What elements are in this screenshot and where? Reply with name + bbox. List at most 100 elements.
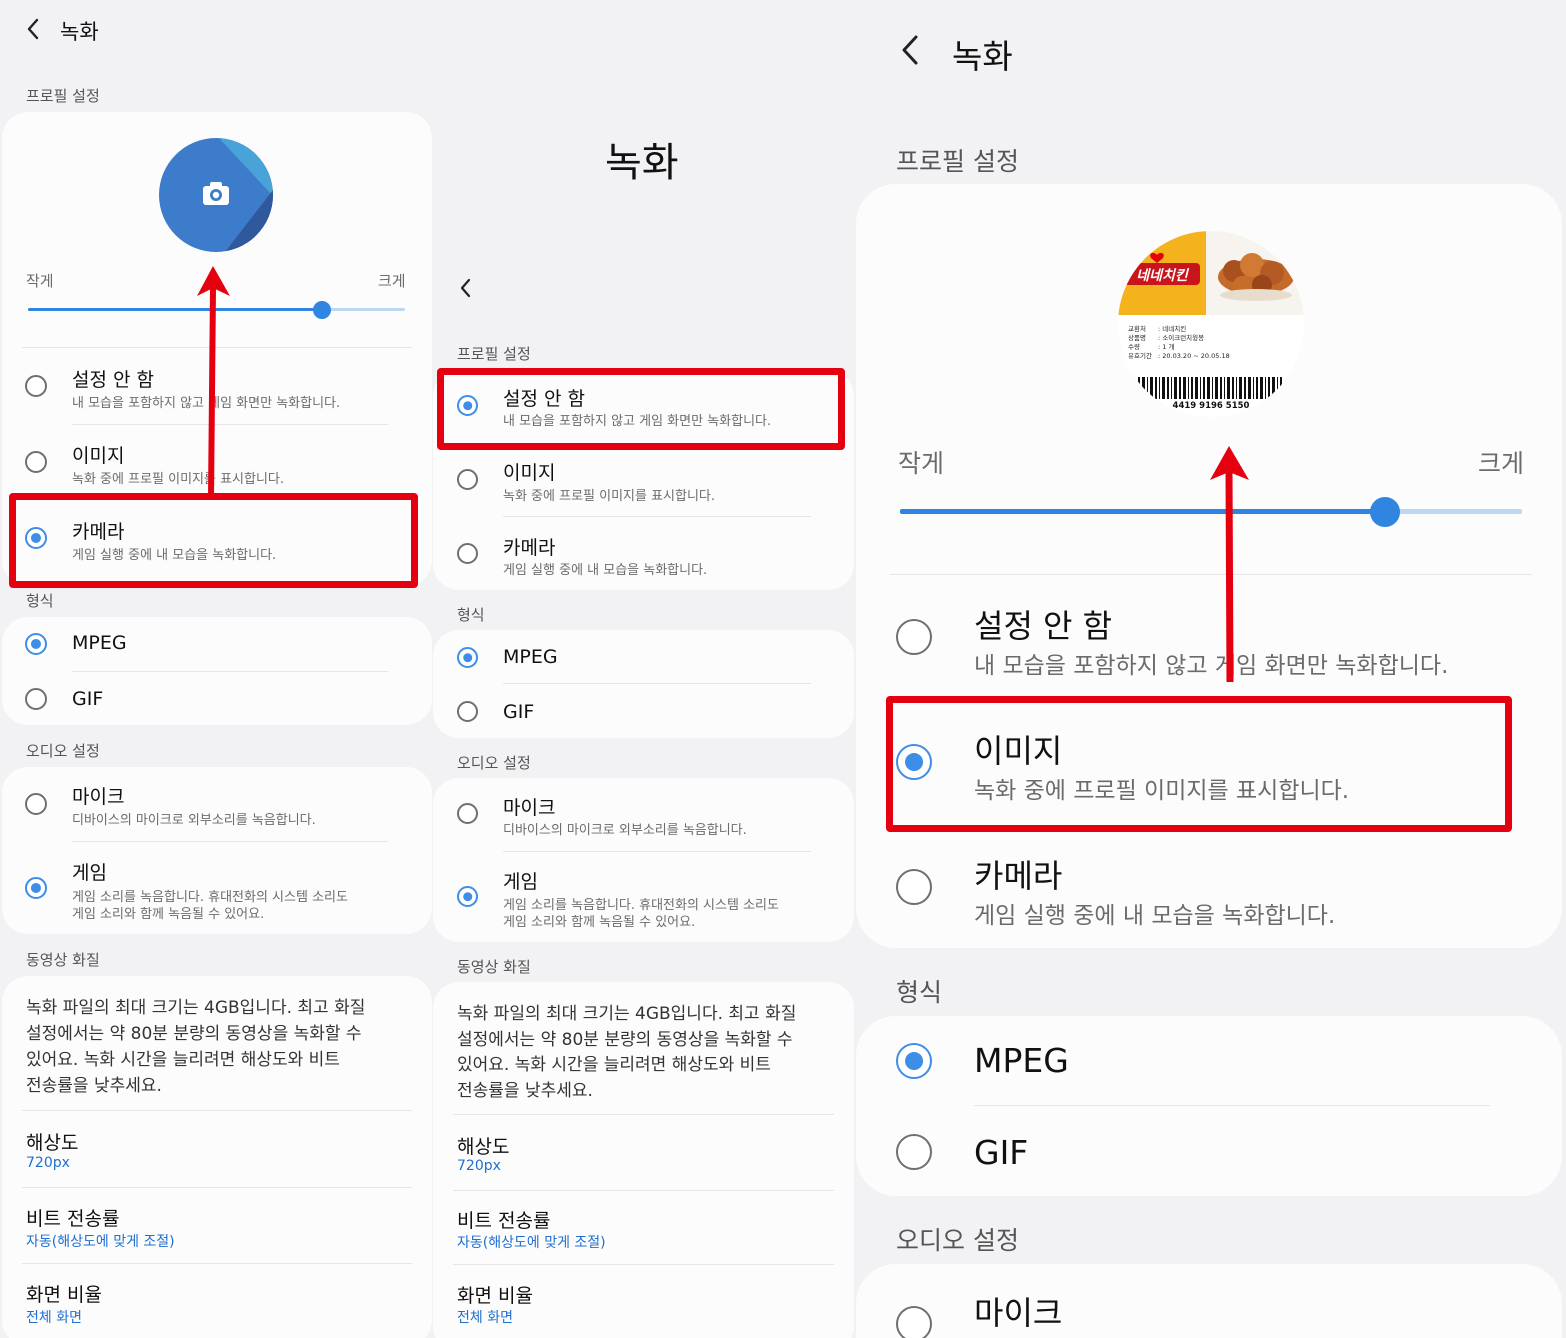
section-profile-label: 프로필 설정 [896,147,1019,176]
barcode-number: 4419 9196 5150 [1173,401,1250,411]
option-game-label[interactable]: 게임 [503,867,538,894]
section-format-label: 형식 [26,592,54,610]
radio-gif[interactable] [896,1134,932,1170]
bitrate-label[interactable]: 비트 전송률 [26,1204,119,1231]
radio-mic[interactable] [457,803,478,824]
highlight-arrow [197,266,230,499]
radio-camera[interactable] [457,543,478,564]
option-mic-desc: 디바이스의 마이크로 외부소리를 녹음합니다. [503,823,747,838]
bitrate-value: 자동(해상도에 맞게 조절) [26,1234,175,1250]
radio-mpeg[interactable] [25,633,47,655]
back-icon[interactable] [26,18,40,40]
quality-info-1: 녹화 파일의 최대 크기는 4GB입니다. 최고 화질 [26,998,366,1018]
slider-min-label: 작게 [898,449,945,478]
quality-info-1: 녹화 파일의 최대 크기는 4GB입니다. 최고 화질 [457,1004,797,1024]
format-card [856,1016,1562,1196]
page-title-large: 녹화 [605,140,679,186]
resolution-value: 720px [26,1155,70,1171]
option-gif-label[interactable]: GIF [503,701,534,723]
section-profile-label: 프로필 설정 [26,87,100,105]
option-mic-label[interactable]: 마이크 [503,793,555,820]
option-mpeg-label[interactable]: MPEG [974,1041,1069,1080]
section-quality-label: 동영상 화질 [457,958,531,976]
ratio-label[interactable]: 화면 비율 [457,1281,533,1308]
resolution-label[interactable]: 해상도 [457,1132,509,1159]
highlight-arrow [1210,446,1249,683]
section-format-label: 형식 [457,606,485,624]
radio-image[interactable] [25,451,47,473]
gifticon-key-1: 교환처 [1128,324,1146,333]
bitrate-label[interactable]: 비트 전송률 [457,1206,550,1233]
radio-gif[interactable] [457,701,478,722]
radio-image[interactable] [457,469,478,490]
option-image-desc: 녹화 중에 프로필 이미지를 표시합니다. [72,472,285,487]
slider-max-label: 크게 [1478,449,1525,478]
gifticon-val-2: : 소이크런치윙봉 [1158,333,1204,342]
section-audio-label: 오디오 설정 [26,742,100,760]
option-game-label[interactable]: 게임 [72,858,107,885]
quality-info-2: 설정에서는 약 80분 분량의 동영상을 녹화할 수 [26,1024,362,1044]
resolution-value: 720px [457,1158,501,1174]
gifticon-image[interactable]: 네네치킨 교환처 : 네네치킨 상품명 : 소이크런치윙봉 수량 : 1 개 유… [1116,229,1306,419]
option-none-label[interactable]: 설정 안 함 [72,365,154,392]
quality-info-2: 설정에서는 약 80분 분량의 동영상을 녹화할 수 [457,1030,793,1050]
barcode [1138,377,1282,399]
page-title: 녹화 [60,20,99,44]
size-slider-fill [900,509,1384,514]
option-mpeg-label[interactable]: MPEG [72,632,127,654]
radio-game[interactable] [25,877,47,899]
radio-mic[interactable] [896,1306,932,1338]
radio-none[interactable] [896,619,932,655]
option-game-desc-2: 게임 소리와 함께 녹음될 수 있어요. [503,915,696,930]
ratio-value: 전체 화면 [457,1310,513,1326]
option-gif-label[interactable]: GIF [72,688,103,710]
highlight-box [9,493,418,588]
size-slider-knob[interactable] [313,301,331,319]
radio-mpeg[interactable] [896,1043,932,1079]
gifticon-val-1: : 네네치킨 [1158,324,1186,333]
camera-avatar[interactable] [159,138,273,252]
radio-gif[interactable] [25,688,47,710]
back-icon[interactable] [900,34,920,66]
option-image-label[interactable]: 이미지 [72,441,124,468]
screenshot-collage: 녹화 프로필 설정 작게 크게 설정 안 함 내 모습을 포함하지 않고 게임 … [0,0,1566,1338]
option-mic-desc: 디바이스의 마이크로 외부소리를 녹음합니다. [72,813,316,828]
radio-camera[interactable] [896,869,932,905]
radio-none[interactable] [25,375,47,397]
size-slider-knob[interactable] [1370,497,1400,527]
option-gif-label[interactable]: GIF [974,1133,1028,1172]
gifticon-val-3: : 1 개 [1158,342,1174,351]
section-format-label: 형식 [896,978,943,1007]
slider-max-label: 크게 [378,272,406,290]
option-camera-label[interactable]: 카메라 [503,533,555,560]
size-slider-fill [28,308,322,311]
ratio-label[interactable]: 화면 비율 [26,1280,102,1307]
gifticon-key-3: 수량 [1128,343,1140,351]
gifticon-key-2: 상품명 [1128,333,1146,342]
highlight-box [437,368,845,450]
ratio-value: 전체 화면 [26,1310,82,1326]
option-image-label[interactable]: 이미지 [503,458,555,485]
radio-mic[interactable] [25,793,47,815]
quality-info-3: 있어요. 녹화 시간을 늘리려면 해상도와 비트 [457,1055,771,1075]
panel-image-selected: 녹화 프로필 설정 네네치킨 교환처: 네네치킨 상품명: 소이크런치윙봉 … [856,0,1566,1338]
panel-camera-selected: 녹화 프로필 설정 작게 크게 설정 안 함 내 모습을 포함하지 않고 게임 … [0,0,433,1338]
bitrate-value: 자동(해상도에 맞게 조절) [457,1235,606,1251]
radio-game[interactable] [457,886,478,907]
resolution-label[interactable]: 해상도 [26,1128,78,1155]
section-audio-label: 오디오 설정 [896,1226,1019,1255]
quality-info-4: 전송률을 낮추세요. [457,1081,593,1101]
quality-info-4: 전송률을 낮추세요. [26,1076,162,1096]
back-icon[interactable] [459,278,471,298]
option-none-label[interactable]: 설정 안 함 [974,601,1112,647]
highlight-box [886,696,1512,832]
option-camera-label[interactable]: 카메라 [974,851,1062,897]
option-mpeg-label[interactable]: MPEG [503,646,558,668]
option-image-desc: 녹화 중에 프로필 이미지를 표시합니다. [503,489,716,504]
option-camera-desc: 게임 실행 중에 내 모습을 녹화합니다. [974,903,1336,929]
radio-mpeg[interactable] [457,647,478,668]
panel-none-selected: 녹화 프로필 설정 설정 안 함 내 모습을 포함하지 않고 게임 화면만 녹화… [433,0,856,1338]
option-mic-label[interactable]: 마이크 [974,1288,1062,1334]
audio-card [856,1264,1562,1338]
option-mic-label[interactable]: 마이크 [72,782,124,809]
